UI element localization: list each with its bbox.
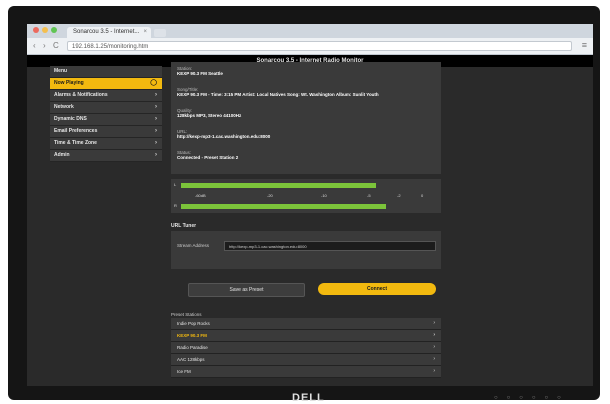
preset-list: Indie Pop Rocks › KEXP 90.3 FM › Radio P… xyxy=(171,318,441,378)
song-value: KEXP 90.3 FM - Time: 3:15 PM Artist: Loc… xyxy=(177,92,379,97)
sidebar-item-menu[interactable]: Menu xyxy=(50,66,162,78)
scale-tick: -10 xyxy=(321,193,327,198)
sidebar-item-label: Dynamic DNS xyxy=(54,116,87,122)
sidebar-item-label: Menu xyxy=(54,68,68,74)
monitor-button-icon[interactable]: ○ xyxy=(519,395,523,401)
scale-tick: 0 xyxy=(421,193,424,198)
preset-item[interactable]: KEXP 90.3 FM › xyxy=(171,330,441,342)
minimize-window-icon[interactable] xyxy=(42,27,48,33)
monitor-button-icon[interactable]: ○ xyxy=(494,395,498,401)
sidebar-item-email[interactable]: Email Preferences › xyxy=(50,126,162,138)
station-block: Station: KEXP 90.3 FM Seattle xyxy=(177,66,223,76)
sidebar-item-alarms[interactable]: Alarms & Notifications › xyxy=(50,90,162,102)
save-preset-button[interactable]: Save as Preset xyxy=(188,283,305,297)
chevron-right-icon: › xyxy=(433,332,435,338)
preset-label: Indie Pop Rocks xyxy=(177,321,210,326)
url-value: http://kexp-mp3-1.cac.washington.edu:800… xyxy=(177,134,271,139)
chevron-right-icon: › xyxy=(433,320,435,326)
preset-label: Ice FM xyxy=(177,369,191,374)
preset-item[interactable]: Radio Paradise › xyxy=(171,342,441,354)
chevron-right-icon: › xyxy=(155,140,157,146)
tab-strip: Sonarcou 3.5 - Internet... × xyxy=(27,24,593,38)
sidebar-item-label: Email Preferences xyxy=(54,128,98,134)
chevron-right-icon: › xyxy=(433,356,435,362)
close-window-icon[interactable] xyxy=(33,27,39,33)
new-tab-button[interactable] xyxy=(154,29,166,37)
sidebar-item-label: Alarms & Notifications xyxy=(54,92,108,98)
preset-item[interactable]: Ice FM › xyxy=(171,366,441,378)
scale-tick: -20 xyxy=(267,193,273,198)
stream-address-label: Stream Address xyxy=(177,243,210,248)
browser-menu-icon[interactable]: ≡ xyxy=(582,40,587,50)
scale-tick: -60dB xyxy=(195,193,206,198)
right-channel-label: R xyxy=(174,203,177,208)
chevron-right-icon: › xyxy=(433,344,435,350)
preset-label: KEXP 90.3 FM xyxy=(177,333,207,338)
station-value: KEXP 90.3 FM Seattle xyxy=(177,71,223,76)
status-value: Connected - Preset Station 2 xyxy=(177,155,239,160)
sidebar-item-label: Admin xyxy=(54,152,70,158)
sidebar-item-label: Network xyxy=(54,104,74,110)
preset-stations-heading: Preset Stations xyxy=(171,312,202,317)
chevron-right-icon: › xyxy=(155,128,157,134)
now-playing-panel: Station: KEXP 90.3 FM Seattle Song/Title… xyxy=(171,62,441,174)
sidebar: Menu Now Playing ◯ Alarms & Notification… xyxy=(50,66,162,162)
monitor-buttons: ○ ○ ○ ○ ○ ○ xyxy=(494,395,561,401)
preset-item[interactable]: AAC 128kbps › xyxy=(171,354,441,366)
quality-value: 128kbps MP3, Stereo 44100Hz xyxy=(177,113,242,118)
stream-address-input[interactable]: http://kexp-mp3-1.cac.washington.edu:800… xyxy=(224,241,436,251)
sidebar-item-label: Time & Time Zone xyxy=(54,140,97,146)
url-block: URL: http://kexp-mp3-1.cac.washington.ed… xyxy=(177,129,270,139)
monitor-button-icon[interactable]: ○ xyxy=(532,395,536,401)
forward-icon[interactable]: › xyxy=(43,41,46,51)
window-controls xyxy=(33,27,57,33)
chevron-right-icon: › xyxy=(155,152,157,158)
preset-item[interactable]: Indie Pop Rocks › xyxy=(171,318,441,330)
right-level-bar xyxy=(181,204,386,209)
quality-block: Quality: 128kbps MP3, Stereo 44100Hz xyxy=(177,108,241,118)
address-bar-row: ‹ › C 192.168.1.25/monitoring.htm ≡ xyxy=(27,38,593,55)
monitor-button-icon[interactable]: ○ xyxy=(557,395,561,401)
sidebar-item-label: Now Playing xyxy=(54,80,84,86)
status-block: Status: Connected - Preset Station 2 xyxy=(177,150,238,160)
sidebar-item-admin[interactable]: Admin › xyxy=(50,150,162,162)
tab-close-icon[interactable]: × xyxy=(143,27,147,38)
maximize-window-icon[interactable] xyxy=(51,27,57,33)
connect-button[interactable]: Connect xyxy=(318,283,436,295)
monitor-bezel: Sonarcou 3.5 - Internet... × ‹ › C 192.1… xyxy=(8,6,600,404)
stream-row: Stream Address http://kexp-mp3-1.cac.was… xyxy=(171,231,441,269)
back-icon[interactable]: ‹ xyxy=(33,41,36,51)
level-meter: L -60dB -20 -10 -5 -2 0 R xyxy=(171,179,441,213)
scale-tick: -2 xyxy=(397,193,401,198)
chevron-right-icon: › xyxy=(155,104,157,110)
sidebar-item-dynamic-dns[interactable]: Dynamic DNS › xyxy=(50,114,162,126)
chevron-right-icon: › xyxy=(155,116,157,122)
scale-tick: -5 xyxy=(367,193,371,198)
song-block: Song/Title: KEXP 90.3 FM - Time: 3:15 PM… xyxy=(177,87,379,97)
chevron-right-icon: › xyxy=(433,368,435,374)
chevron-right-icon: › xyxy=(155,92,157,98)
monitor-button-icon[interactable]: ○ xyxy=(545,395,549,401)
left-channel-label: L xyxy=(174,182,177,187)
reload-icon[interactable]: C xyxy=(53,41,59,51)
preset-label: Radio Paradise xyxy=(177,345,208,350)
active-indicator-icon: ◯ xyxy=(150,80,157,86)
left-level-bar xyxy=(181,183,376,188)
sidebar-item-network[interactable]: Network › xyxy=(50,102,162,114)
preset-label: AAC 128kbps xyxy=(177,357,205,362)
monitor-button-icon[interactable]: ○ xyxy=(507,395,511,401)
tab-title: Sonarcou 3.5 - Internet... xyxy=(73,29,140,35)
sidebar-item-time[interactable]: Time & Time Zone › xyxy=(50,138,162,150)
dell-logo: DELL xyxy=(292,392,325,404)
browser-tab[interactable]: Sonarcou 3.5 - Internet... × xyxy=(67,27,151,38)
url-tuner-heading: URL Tuner xyxy=(171,223,197,229)
sidebar-item-now-playing[interactable]: Now Playing ◯ xyxy=(50,78,162,90)
url-input[interactable]: 192.168.1.25/monitoring.htm xyxy=(67,41,572,51)
